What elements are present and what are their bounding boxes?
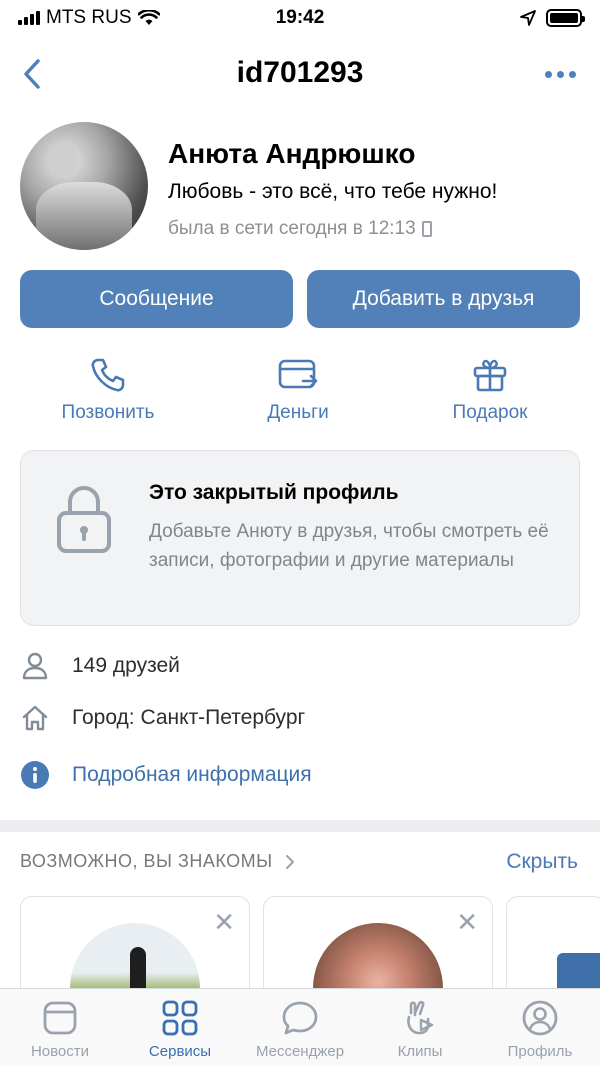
- tab-services[interactable]: Сервисы: [120, 989, 240, 1066]
- tab-news-label: Новости: [30, 1043, 90, 1060]
- close-icon[interactable]: ✕: [213, 909, 235, 935]
- tab-bar: Новости Сервисы Мессенджер Клипы Профиль: [0, 988, 600, 1066]
- more-options-button[interactable]: [540, 58, 580, 90]
- last-seen-text: была в сети сегодня в 12:13: [168, 218, 416, 239]
- clips-icon: [407, 1000, 434, 1035]
- wifi-icon: [137, 10, 160, 25]
- tab-messenger-label: Мессенджер: [255, 1043, 345, 1060]
- phone-icon: [91, 358, 125, 392]
- gift-label: Подарок: [452, 402, 528, 423]
- profile-status-text: Любовь - это всё, что тебе нужно!: [168, 180, 498, 203]
- location-arrow-icon: [520, 10, 536, 26]
- tab-clips[interactable]: Клипы: [360, 989, 480, 1066]
- tab-profile[interactable]: Профиль: [480, 989, 600, 1066]
- carrier-name: MTS RUS: [46, 7, 132, 28]
- tab-profile-label: Профиль: [507, 1043, 573, 1060]
- profile-name: Анюта Андрюшко: [168, 138, 416, 169]
- info-icon: [20, 760, 50, 790]
- friends-row[interactable]: 149 друзей: [20, 646, 580, 686]
- battery-icon: [546, 9, 585, 27]
- suggestions-title: ВОЗМОЖНО, ВЫ ЗНАКОМЫ: [20, 851, 273, 871]
- friends-count: 149 друзей: [72, 654, 180, 677]
- money-action[interactable]: Деньги: [208, 356, 388, 424]
- closed-profile-card: Это закрытый профиль Добавьте Анюту в др…: [20, 450, 580, 626]
- lock-icon: [57, 486, 111, 553]
- suggestions-header[interactable]: ВОЗМОЖНО, ВЫ ЗНАКОМЫ: [20, 851, 295, 872]
- details-row[interactable]: Подробная информация: [20, 755, 580, 795]
- message-button[interactable]: Сообщение: [20, 270, 293, 328]
- mobile-device-icon: [421, 221, 432, 237]
- signal-icon: [18, 11, 40, 25]
- gift-action[interactable]: Подарок: [400, 356, 580, 424]
- city-text: Город: Санкт-Петербург: [72, 706, 306, 729]
- carrier-info: MTS RUS: [18, 7, 160, 29]
- more-dots-icon: [544, 70, 552, 78]
- services-icon: [162, 1000, 198, 1036]
- city-row: Город: Санкт-Петербург: [20, 698, 580, 738]
- home-icon: [20, 703, 50, 733]
- tab-services-label: Сервисы: [148, 1043, 212, 1060]
- closed-profile-description: Добавьте Анюту в друзья, чтобы смотреть …: [149, 521, 549, 571]
- call-action[interactable]: Позвонить: [18, 356, 198, 424]
- close-icon[interactable]: ✕: [456, 909, 478, 935]
- money-label: Деньги: [267, 402, 329, 423]
- nav-bar: id701293: [0, 44, 600, 104]
- chevron-right-icon: [285, 854, 294, 869]
- gift-icon: [473, 359, 507, 392]
- last-seen: была в сети сегодня в 12:13: [168, 218, 432, 240]
- tab-clips-label: Клипы: [397, 1043, 443, 1060]
- money-transfer-icon: [278, 359, 318, 389]
- hide-suggestions-button[interactable]: Скрыть: [506, 850, 578, 874]
- tab-messenger[interactable]: Мессенджер: [240, 989, 360, 1066]
- avatar[interactable]: [20, 122, 148, 250]
- user-icon: [20, 651, 50, 681]
- chat-bubble-icon: [282, 1001, 318, 1035]
- section-divider: [0, 820, 600, 832]
- page-title: id701293: [236, 56, 364, 89]
- profile-icon: [522, 1000, 558, 1036]
- news-icon: [43, 1001, 77, 1035]
- add-friend-button[interactable]: Добавить в друзья: [307, 270, 580, 328]
- tab-news[interactable]: Новости: [0, 989, 120, 1066]
- details-link[interactable]: Подробная информация: [72, 763, 312, 787]
- status-bar: MTS RUS 19:42: [0, 0, 600, 36]
- call-label: Позвонить: [61, 402, 155, 423]
- closed-profile-title: Это закрытый профиль: [149, 481, 399, 504]
